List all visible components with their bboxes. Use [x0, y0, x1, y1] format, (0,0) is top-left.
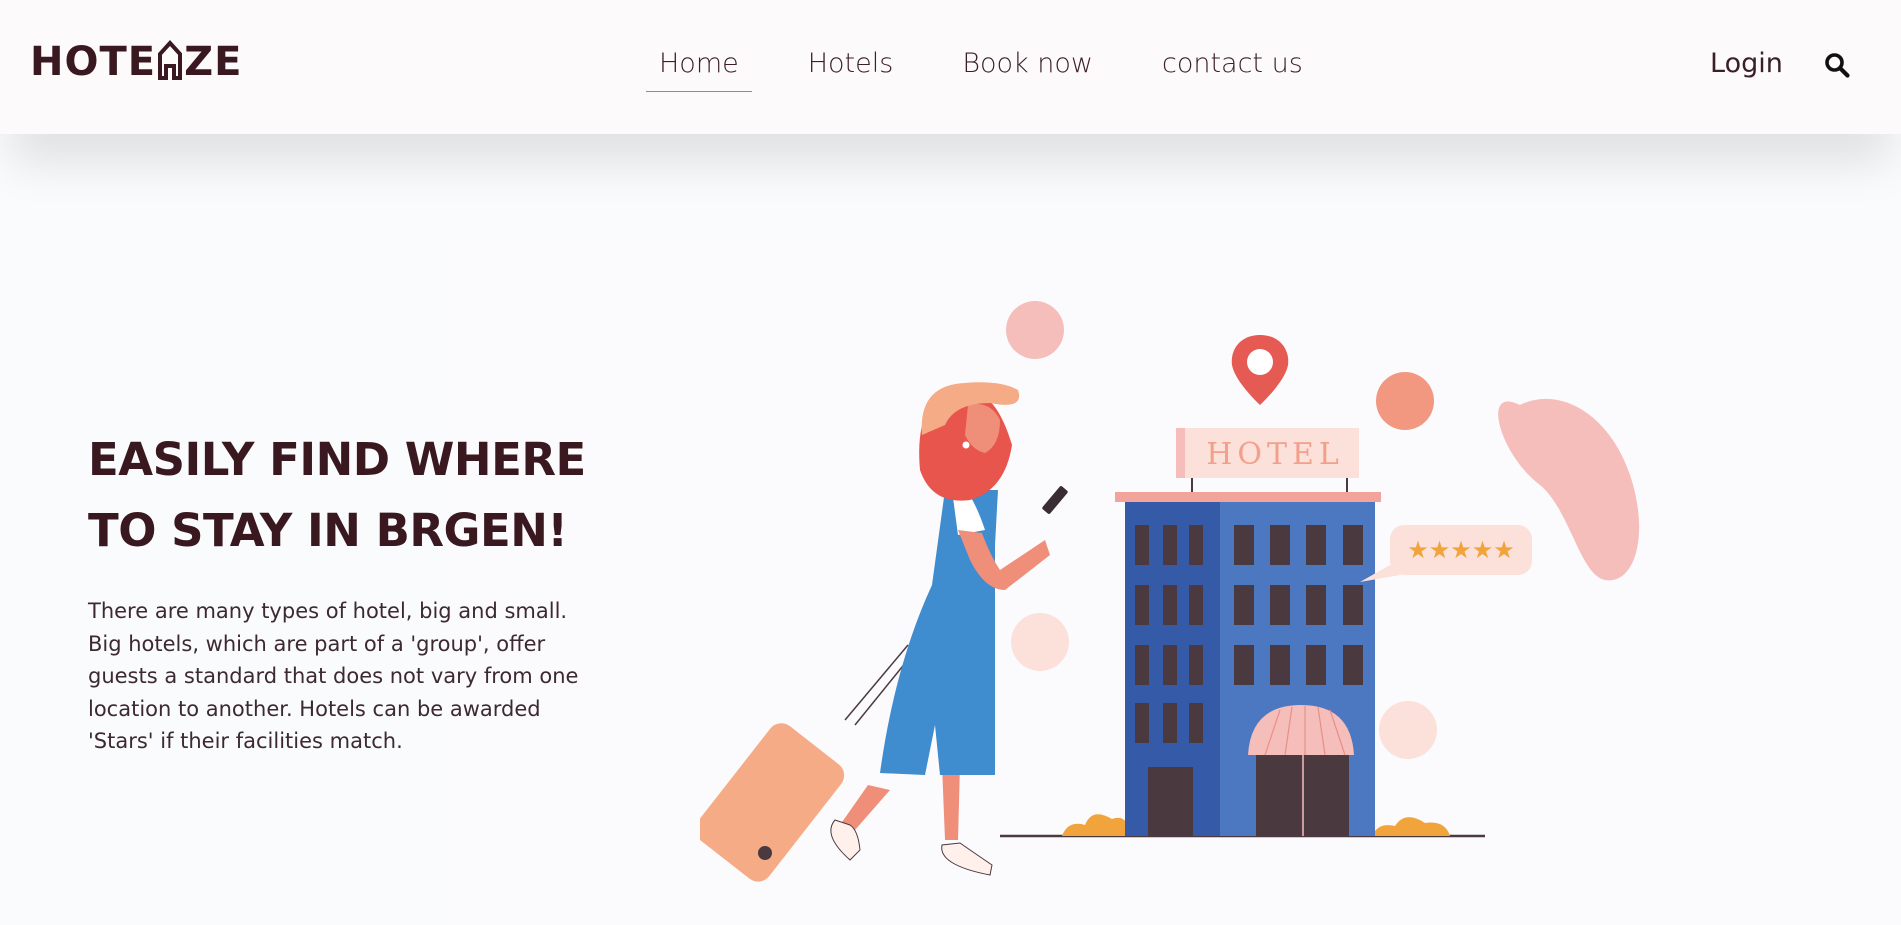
nav-link-book-now[interactable]: Book now — [949, 48, 1106, 92]
main-nav: Home Hotels Book now contact us — [646, 48, 1359, 92]
nav-link-hotels[interactable]: Hotels — [795, 48, 907, 92]
bush — [1372, 817, 1450, 836]
rating-stars: ★★★★★ — [1407, 536, 1515, 564]
hero-title-line1: EASILY FIND WHERE — [88, 433, 586, 486]
nav-link-home[interactable]: Home — [646, 48, 752, 92]
login-link[interactable]: Login — [1710, 48, 1783, 79]
hotel-travel-illustration: HOTEL ★★★★★ — [700, 301, 1640, 882]
decor-circle — [1376, 372, 1434, 430]
hero-description: There are many types of hotel, big and s… — [88, 599, 579, 753]
hero-title-line2: TO STAY IN BRGEN! — [88, 504, 568, 557]
decor-circle — [1379, 701, 1437, 759]
navbar: HOTE ZE Home Hotels Book now contact us … — [0, 0, 1901, 134]
hero-title: EASILY FIND WHERE TO STAY IN BRGEN! — [88, 424, 608, 566]
decor-circle — [1011, 613, 1069, 671]
bush — [1062, 814, 1130, 836]
earring — [962, 441, 970, 449]
location-pin-icon — [1231, 335, 1289, 405]
logo-text-right: ZE — [184, 39, 243, 85]
hotel-sign-edge — [1176, 428, 1185, 478]
logo-text-left: HOTE — [30, 39, 157, 85]
search-icon[interactable] — [1824, 52, 1850, 78]
house-icon — [158, 40, 183, 80]
decor-circle — [1006, 301, 1064, 359]
hotel-sign-text: HOTEL — [1206, 437, 1344, 472]
nav-link-contact-us[interactable]: contact us — [1149, 48, 1316, 92]
logo[interactable]: HOTE ZE — [30, 39, 243, 85]
building-roof — [1115, 492, 1381, 502]
